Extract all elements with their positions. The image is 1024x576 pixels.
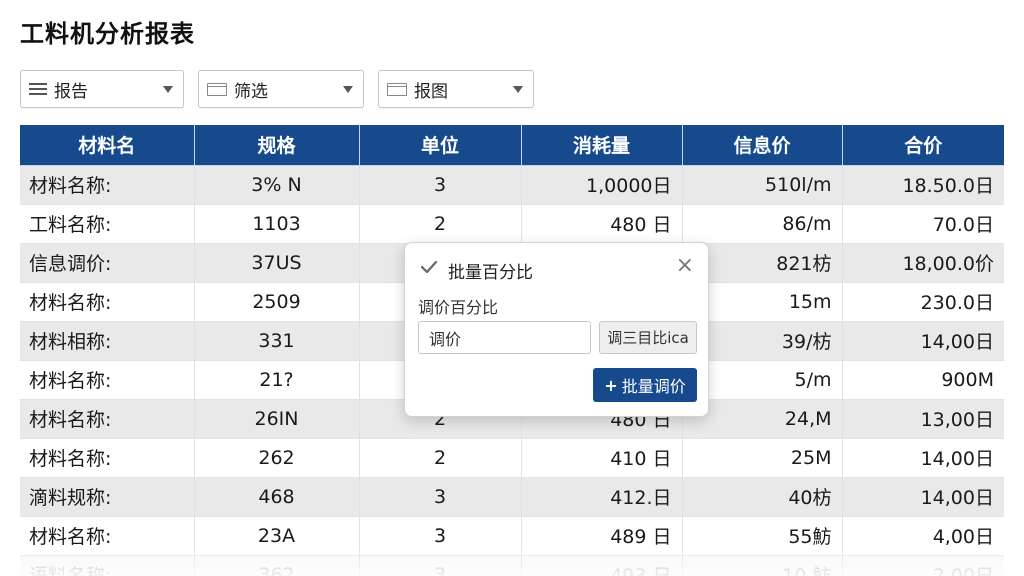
cell-material-name: 滴料规称: <box>20 477 195 517</box>
cell-unit: 2 <box>359 438 522 478</box>
adjust-percent-label: 调价百分比 <box>418 298 499 317</box>
cell-consumption: 410 日 <box>521 438 683 478</box>
table-header-row: 材料名 规格 单位 消耗量 信息价 合价 <box>20 125 1004 166</box>
column-header-spec[interactable]: 规格 <box>194 125 360 166</box>
cell-consumption: 489 日 <box>521 516 683 556</box>
adjust-percent-input[interactable] <box>418 321 591 354</box>
report-dropdown[interactable]: 报告 <box>20 70 184 108</box>
column-header-unit[interactable]: 单位 <box>359 125 522 166</box>
cell-total-price: 18,00.0价 <box>842 243 1004 283</box>
cell-total-price: 4,00日 <box>842 516 1004 556</box>
cell-total-price: 900M <box>842 360 1004 400</box>
column-header-total-price[interactable]: 合价 <box>842 125 1004 166</box>
cell-total-price: 2,00日 <box>842 555 1004 576</box>
cell-material-name: 材料相称: <box>20 321 195 361</box>
filter-dropdown-label: 筛选 <box>234 81 268 102</box>
table-row[interactable]: 材料名称: 262 2 410 日 25M 14,00日 <box>20 438 1004 478</box>
close-icon[interactable]: × <box>676 255 694 277</box>
filter-dropdown[interactable]: 筛选 <box>198 70 364 108</box>
chevron-down-icon <box>163 86 173 93</box>
cell-total-price: 14,00日 <box>842 321 1004 361</box>
batch-percent-popup: 批量百分比 × 调价百分比 调三目比ica + 批量调价 <box>404 242 709 417</box>
cell-material-name: 材料名称: <box>20 165 195 205</box>
cell-consumption: 412.日 <box>521 477 683 517</box>
toolbar: 报告 筛选 报图 <box>20 70 534 108</box>
table-row[interactable]: 材料名称: 23A 3 489 日 55魴 4,00日 <box>20 516 1004 556</box>
cell-unit: 2 <box>359 204 522 244</box>
cell-material-name: 材料名称: <box>20 516 195 556</box>
cell-unit: 3 <box>359 516 522 556</box>
window-icon <box>387 82 407 96</box>
cell-unit: 3 <box>359 477 522 517</box>
adjust-ratio-button[interactable]: 调三目比ica <box>599 321 697 354</box>
cell-material-name: 材料名称: <box>20 360 195 400</box>
cell-consumption: 1,0000日 <box>521 165 683 205</box>
cell-material-name: 语料名称: <box>20 555 195 576</box>
cell-total-price: 70.0日 <box>842 204 1004 244</box>
cell-info-price: 86/m <box>682 204 843 244</box>
cell-spec: 262 <box>194 438 360 478</box>
cell-material-name: 材料名称: <box>20 438 195 478</box>
cell-material-name: 工料名称: <box>20 204 195 244</box>
table-row[interactable]: 工料名称: 1103 2 480 日 86/m 70.0日 <box>20 204 1004 244</box>
table-row[interactable]: 材料名称: 3% N 3 1,0000日 510l/m 18.50.0日 <box>20 165 1004 205</box>
cell-spec: 23A <box>194 516 360 556</box>
batch-adjust-button[interactable]: + 批量调价 <box>593 368 697 402</box>
cell-total-price: 230.0日 <box>842 282 1004 322</box>
cell-spec: 331 <box>194 321 360 361</box>
cell-unit: 3 <box>359 555 522 576</box>
cell-info-price: 40枋 <box>682 477 843 517</box>
cell-info-price: 55魴 <box>682 516 843 556</box>
cell-consumption: 493 日 <box>521 555 683 576</box>
chart-dropdown[interactable]: 报图 <box>378 70 534 108</box>
cell-spec: 2509 <box>194 282 360 322</box>
popup-title: 批量百分比 <box>448 263 533 283</box>
page-title: 工料机分析报表 <box>20 20 195 48</box>
column-header-info-price[interactable]: 信息价 <box>682 125 843 166</box>
cell-total-price: 18.50.0日 <box>842 165 1004 205</box>
cell-spec: 362 <box>194 555 360 576</box>
cell-info-price: 510l/m <box>682 165 843 205</box>
cell-spec: 26IN <box>194 399 360 439</box>
cell-info-price: 10 魴 <box>682 555 843 576</box>
cell-total-price: 14,00日 <box>842 438 1004 478</box>
cell-consumption: 480 日 <box>521 204 683 244</box>
cell-spec: 37US <box>194 243 360 283</box>
chart-dropdown-label: 报图 <box>414 81 448 102</box>
check-icon <box>420 260 438 274</box>
column-header-material-name[interactable]: 材料名 <box>20 125 195 166</box>
cell-info-price: 25M <box>682 438 843 478</box>
cell-spec: 3% N <box>194 165 360 205</box>
plus-icon: + <box>604 375 618 395</box>
cell-spec: 21? <box>194 360 360 400</box>
window-icon <box>207 82 227 96</box>
table-row[interactable]: 语料名称: 362 3 493 日 10 魴 2,00日 <box>20 555 1004 576</box>
report-dropdown-label: 报告 <box>54 81 88 102</box>
cell-unit: 3 <box>359 165 522 205</box>
cell-spec: 468 <box>194 477 360 517</box>
chevron-down-icon <box>343 86 353 93</box>
cell-spec: 1103 <box>194 204 360 244</box>
list-icon <box>29 82 47 96</box>
chevron-down-icon <box>513 86 523 93</box>
column-header-consumption[interactable]: 消耗量 <box>521 125 683 166</box>
table-row[interactable]: 滴料规称: 468 3 412.日 40枋 14,00日 <box>20 477 1004 517</box>
cell-total-price: 14,00日 <box>842 477 1004 517</box>
batch-adjust-button-label: 批量调价 <box>621 377 686 396</box>
cell-material-name: 材料名称: <box>20 282 195 322</box>
cell-material-name: 信息调价: <box>20 243 195 283</box>
cell-material-name: 材料名称: <box>20 399 195 439</box>
cell-total-price: 13,00日 <box>842 399 1004 439</box>
